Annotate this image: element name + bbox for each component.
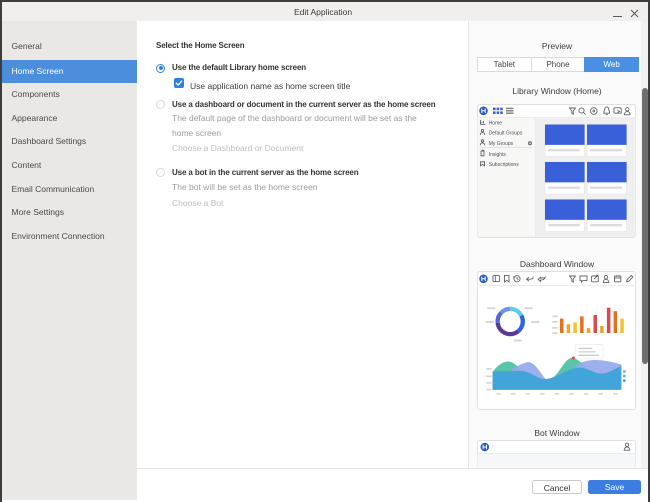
svg-text:Default Groups: Default Groups xyxy=(489,131,523,137)
svg-text:Home: Home xyxy=(489,120,503,126)
svg-text:Insights: Insights xyxy=(489,152,507,158)
svg-text:Subscriptions: Subscriptions xyxy=(489,162,520,168)
svg-text:My Groups: My Groups xyxy=(489,141,514,147)
